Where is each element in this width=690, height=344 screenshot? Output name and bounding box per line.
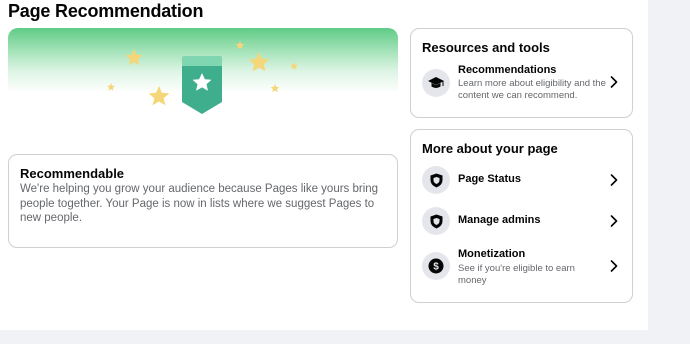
page-status-title: Page Status: [458, 173, 521, 185]
dollar-icon: $: [422, 252, 450, 280]
recommendations-row[interactable]: Recommendations Learn more about eligibi…: [411, 63, 632, 103]
more-heading: More about your page: [422, 141, 558, 156]
star-icon: [107, 83, 115, 91]
recommendable-card: Recommendable We're helping you grow you…: [8, 154, 398, 248]
recommendations-title: Recommendations: [458, 64, 557, 76]
graduation-cap-icon: [422, 69, 450, 97]
resources-heading: Resources and tools: [422, 40, 550, 55]
star-icon: [270, 84, 280, 93]
monetization-title: Monetization: [458, 248, 526, 260]
more-about-page-card: More about your page Page Status Manage: [410, 129, 633, 303]
page-background: [648, 0, 690, 344]
star-icon: [148, 86, 170, 106]
star-icon: [235, 41, 245, 50]
hero-banner: [8, 28, 398, 146]
recommendations-subtitle: Learn more about eligibility and the con…: [458, 78, 606, 101]
star-icon: [290, 62, 298, 70]
monetization-subtitle: See if you're eligible to earn money: [458, 263, 575, 286]
chevron-right-icon: [610, 174, 618, 186]
chevron-right-icon: [610, 260, 618, 272]
shield-icon: [422, 166, 450, 194]
page-status-row[interactable]: Page Status: [411, 160, 632, 200]
resources-card: Resources and tools Recommendations Lear…: [410, 28, 633, 118]
page-title: Page Recommendation: [8, 1, 204, 21]
hero-illustration: [107, 41, 298, 114]
star-icon: [125, 49, 143, 66]
monetization-row[interactable]: $ Monetization See if you're eligible to…: [411, 245, 632, 286]
chevron-right-icon: [610, 215, 618, 227]
main-content: Page Recommendation Recommendable We're …: [0, 0, 648, 330]
star-icon: [248, 52, 270, 72]
recommendable-title: Recommendable: [20, 166, 125, 181]
recommendable-description: We're helping you grow your audience bec…: [20, 183, 379, 224]
shield-icon: [422, 207, 450, 235]
manage-admins-title: Manage admins: [458, 214, 541, 226]
recommendation-badge-icon: [182, 56, 222, 114]
manage-admins-row[interactable]: Manage admins: [411, 201, 632, 241]
chevron-right-icon: [610, 76, 618, 88]
svg-text:$: $: [433, 262, 439, 273]
